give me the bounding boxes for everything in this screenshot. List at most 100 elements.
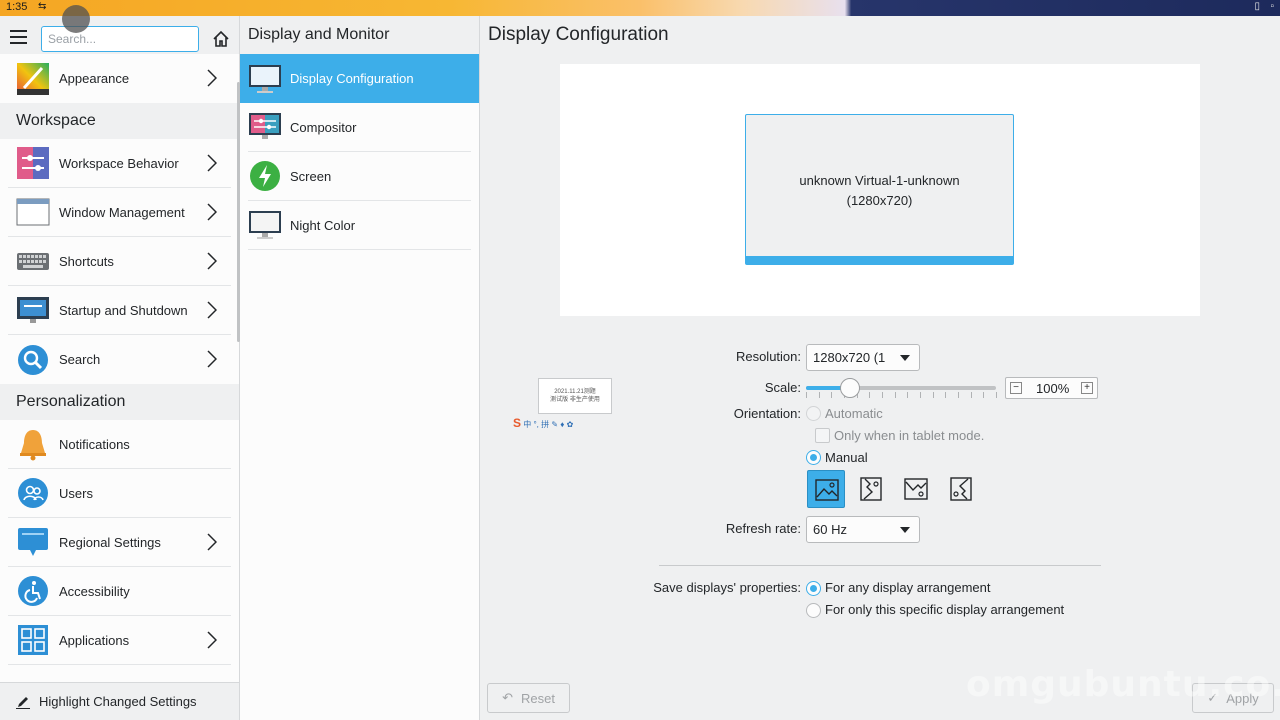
sogou-icon: S bbox=[513, 416, 522, 430]
sidebar-item-regional-settings[interactable]: Regional Settings bbox=[8, 518, 231, 567]
chevron-right-icon bbox=[207, 533, 217, 551]
regional-icon bbox=[18, 528, 48, 556]
sidebar-item-label: Search bbox=[59, 352, 101, 367]
slider-tick bbox=[882, 392, 883, 398]
network-icon[interactable]: ⇆ bbox=[38, 1, 46, 12]
resolution-label: Resolution: bbox=[735, 349, 801, 364]
top-panel: 1:35 ⇆ ▯ ▫ bbox=[0, 0, 1280, 16]
sidebar-item-notifications[interactable]: Notifications bbox=[8, 420, 231, 469]
sidebar-header bbox=[0, 16, 239, 54]
tab-night-color[interactable]: Night Color bbox=[248, 201, 471, 250]
subnav-item-label: Compositor bbox=[290, 119, 357, 135]
chevron-right-icon bbox=[207, 252, 217, 270]
accessibility-icon bbox=[18, 576, 48, 606]
chevron-right-icon bbox=[207, 301, 217, 319]
sidebar-item-shortcuts[interactable]: Shortcuts bbox=[8, 237, 231, 286]
tablet-mode-label: Only when in tablet mode. bbox=[834, 428, 985, 443]
any-arrangement-label: For any display arrangement bbox=[825, 580, 991, 595]
chevron-right-icon bbox=[207, 350, 217, 368]
bell-icon bbox=[20, 430, 46, 461]
orientation-label: Orientation: bbox=[733, 406, 801, 421]
resolution-value: 1280x720 (1 bbox=[813, 350, 886, 365]
undo-icon: ↶ bbox=[502, 690, 513, 705]
automatic-label: Automatic bbox=[825, 406, 883, 421]
search-input[interactable] bbox=[41, 26, 199, 52]
tab-screen[interactable]: Screen bbox=[248, 152, 471, 201]
reset-button[interactable]: ↶ Reset bbox=[487, 683, 570, 713]
refresh-rate-combobox[interactable]: 60 Hz bbox=[806, 516, 920, 543]
chevron-down-icon bbox=[900, 527, 910, 533]
sidebar-item-startup-shutdown[interactable]: Startup and Shutdown bbox=[8, 286, 231, 335]
sidebar-item-search[interactable]: Search bbox=[8, 335, 231, 384]
rotate-none-button[interactable] bbox=[807, 470, 845, 508]
sidebar-item-users[interactable]: Users bbox=[8, 469, 231, 518]
sidebar-item-window-management[interactable]: Window Management bbox=[8, 188, 231, 237]
chevron-right-icon bbox=[207, 154, 217, 172]
sidebar-item-label: Users bbox=[59, 485, 93, 501]
keyboard-icon bbox=[17, 253, 49, 270]
slider-tick bbox=[818, 392, 820, 398]
slider-handle[interactable] bbox=[839, 378, 860, 398]
monitor-icon bbox=[249, 64, 281, 93]
slider-tick bbox=[869, 392, 871, 398]
automatic-radio[interactable] bbox=[806, 406, 821, 421]
users-icon bbox=[18, 478, 48, 508]
highlight-changed-settings-button[interactable]: Highlight Changed Settings bbox=[0, 682, 239, 720]
specific-arrangement-radio[interactable] bbox=[806, 603, 821, 618]
hamburger-menu-icon[interactable] bbox=[10, 30, 27, 48]
ime-line-2: 测试版 非生产使用 bbox=[550, 397, 600, 403]
sidebar-item-applications[interactable]: Applications bbox=[8, 616, 231, 665]
separator bbox=[659, 565, 1101, 566]
ime-toolbar[interactable]: S 中 °, 拼 ✎ ♦ ✿ bbox=[513, 416, 573, 430]
sidebar-item-appearance[interactable]: Appearance bbox=[8, 54, 231, 103]
rotate-left-button[interactable] bbox=[852, 470, 890, 508]
tab-compositor[interactable]: Compositor bbox=[248, 103, 471, 152]
slider-tick bbox=[983, 392, 985, 398]
sidebar-item-workspace-behavior[interactable]: Workspace Behavior bbox=[8, 139, 231, 188]
rotate-left-image-icon bbox=[860, 477, 882, 501]
refresh-rate-label: Refresh rate: bbox=[725, 521, 801, 536]
power-icon[interactable]: ▫ bbox=[1270, 1, 1274, 12]
night-color-icon bbox=[249, 211, 281, 239]
any-arrangement-radio[interactable] bbox=[806, 581, 821, 596]
tab-display-configuration[interactable]: Display Configuration bbox=[240, 54, 479, 103]
minus-icon[interactable]: − bbox=[1010, 382, 1022, 394]
scale-label: Scale: bbox=[764, 380, 801, 395]
sidebar-item-label: Regional Settings bbox=[59, 534, 161, 550]
output-monitor-tile[interactable]: unknown Virtual-1-unknown (1280x720) bbox=[745, 114, 1014, 265]
home-icon[interactable] bbox=[212, 30, 230, 48]
lock-icon[interactable]: ▯ bbox=[1254, 1, 1260, 12]
sidebar-item-accessibility[interactable]: Accessibility bbox=[8, 567, 231, 616]
resolution-combobox[interactable]: 1280x720 (1 bbox=[806, 344, 920, 371]
tablet-mode-checkbox[interactable] bbox=[815, 428, 830, 443]
output-name: unknown Virtual-1-unknown bbox=[799, 173, 960, 188]
page-title: Display Configuration bbox=[488, 24, 669, 45]
output-resolution: (1280x720) bbox=[846, 193, 913, 208]
scale-slider[interactable] bbox=[806, 376, 998, 400]
watermark-text: omgubuntu.co.uk bbox=[966, 664, 1280, 705]
chevron-right-icon bbox=[207, 203, 217, 221]
sidebar-item-label: Applications bbox=[59, 632, 130, 648]
rotate-right-button[interactable] bbox=[942, 470, 980, 508]
plus-icon[interactable]: + bbox=[1081, 382, 1093, 394]
sidebar-item-label: Accessibility bbox=[59, 583, 130, 599]
slider-tick bbox=[806, 392, 807, 398]
slider-tick bbox=[920, 392, 921, 398]
scale-spinbox[interactable]: − 100% + bbox=[1005, 377, 1098, 399]
manual-radio[interactable] bbox=[806, 450, 821, 465]
workspace-behavior-icon bbox=[17, 147, 49, 179]
slider-tick bbox=[932, 392, 934, 398]
power-saving-icon bbox=[250, 161, 280, 191]
slider-tick bbox=[958, 392, 959, 398]
sidebar-item-label: Window Management bbox=[59, 204, 185, 220]
rotate-upside-down-button[interactable] bbox=[897, 470, 935, 508]
rotate-inverted-image-icon bbox=[904, 478, 928, 500]
sidebar-item-label: Notifications bbox=[59, 436, 130, 452]
manual-label: Manual bbox=[825, 450, 868, 465]
scale-value: 100% bbox=[1036, 381, 1070, 396]
clock: 1:35 bbox=[6, 1, 28, 13]
landscape-image-icon bbox=[815, 479, 839, 501]
sidebar-item-label: Appearance bbox=[59, 71, 130, 86]
appearance-icon bbox=[17, 62, 49, 95]
slider-tick bbox=[945, 392, 947, 398]
